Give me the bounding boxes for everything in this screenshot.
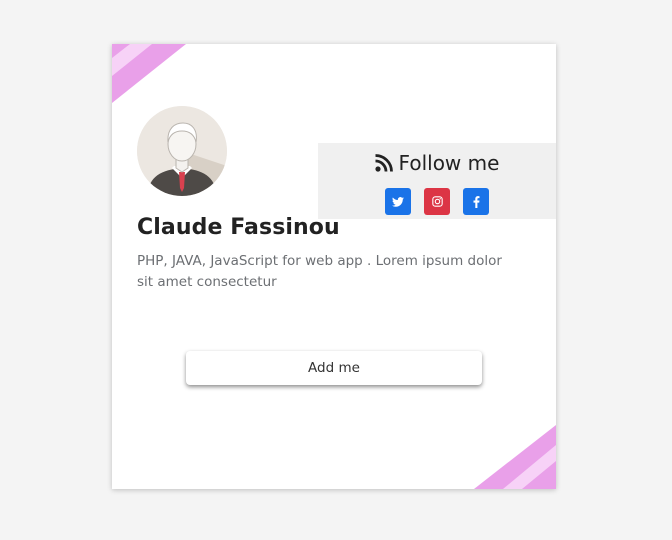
rss-icon xyxy=(374,154,393,172)
instagram-icon xyxy=(431,196,443,207)
facebook-icon xyxy=(473,195,479,208)
corner-stripes-top-left xyxy=(112,44,186,103)
facebook-button[interactable] xyxy=(463,188,489,215)
user-avatar-icon xyxy=(137,106,227,196)
instagram-button[interactable] xyxy=(424,188,450,215)
profile-name: Claude Fassinou xyxy=(137,215,340,240)
twitter-icon xyxy=(392,196,404,207)
follow-title-label: Follow me xyxy=(398,151,500,175)
follow-title: Follow me xyxy=(318,151,556,175)
avatar xyxy=(137,106,227,196)
corner-stripes-bottom-right xyxy=(474,425,556,489)
follow-panel: Follow me xyxy=(318,143,556,219)
add-me-button[interactable]: Add me xyxy=(186,351,482,385)
twitter-button[interactable] xyxy=(385,188,411,215)
profile-description: PHP, JAVA, JavaScript for web app . Lore… xyxy=(137,253,502,290)
social-links xyxy=(318,188,556,215)
profile-card: Follow me Claude Fassinou PHP, JAVA, Jav… xyxy=(112,44,556,489)
